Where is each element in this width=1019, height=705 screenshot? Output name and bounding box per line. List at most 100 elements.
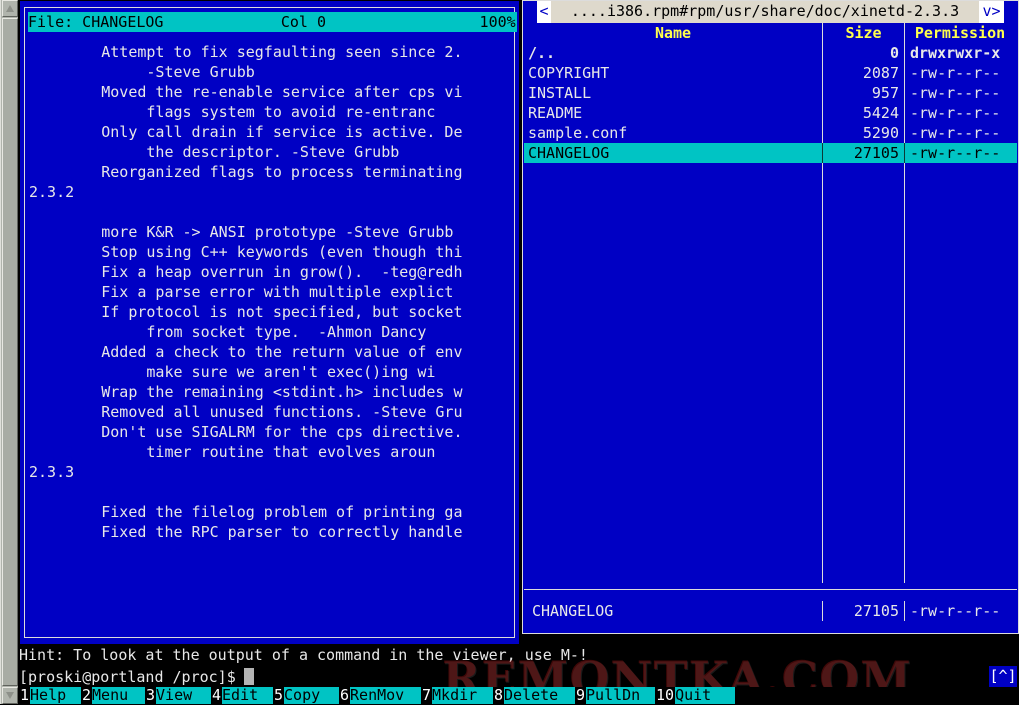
empty-cell xyxy=(904,363,1015,383)
file-permission: drwxrwxr-x xyxy=(904,43,1015,63)
viewer-line: Fixed the filelog problem of printing ga xyxy=(29,503,463,521)
empty-cell xyxy=(904,183,1015,203)
shell-prompt-line[interactable]: [proski@portland /proc]$ xyxy=(19,666,1019,687)
viewer-line: Attempt to fix segfaulting seen since 2. xyxy=(29,43,463,61)
empty-cell xyxy=(822,283,904,303)
viewer-line: Only call drain if service is active. De xyxy=(29,123,463,141)
column-header-size[interactable]: Size xyxy=(822,23,904,43)
file-row[interactable]: README 5424 -rw-r--r-- xyxy=(524,103,1017,123)
window-scrollbar[interactable] xyxy=(0,0,18,704)
empty-cell xyxy=(822,163,904,183)
file-list-empty-row xyxy=(524,523,1017,543)
file-list-empty-row xyxy=(524,243,1017,263)
empty-cell xyxy=(904,563,1015,583)
fkey-edit[interactable]: 4 Edit xyxy=(211,687,273,704)
empty-cell xyxy=(904,543,1015,563)
empty-cell xyxy=(524,363,822,383)
file-name: CHANGELOG xyxy=(528,144,610,162)
fkey-menu[interactable]: 2 Menu xyxy=(81,687,145,704)
file-list-panel[interactable]: < ....i386.rpm#rpm/usr/share/doc/xinetd-… xyxy=(522,0,1019,634)
column-header-permission[interactable]: Permission xyxy=(904,23,1015,43)
viewer-line: make sure we aren't exec()ing wi xyxy=(29,363,436,381)
path-down-right-arrow-icon[interactable]: v> xyxy=(979,1,1004,23)
file-list-empty-row xyxy=(524,563,1017,583)
file-size: 5424 xyxy=(822,103,904,123)
triangle-down-icon xyxy=(6,692,14,699)
empty-cell xyxy=(822,383,904,403)
viewer-text-body[interactable]: Attempt to fix segfaulting seen since 2.… xyxy=(29,42,521,602)
file-list-header: Name Size Permission xyxy=(524,23,1017,43)
text-cursor xyxy=(243,668,254,685)
fkey-view[interactable]: 3 View xyxy=(145,687,211,704)
file-row[interactable]: /.. 0 drwxrwxr-x xyxy=(524,43,1017,63)
empty-cell xyxy=(822,323,904,343)
fkey-quit[interactable]: 10 Quit xyxy=(655,687,735,704)
empty-cell xyxy=(822,263,904,283)
empty-cell xyxy=(822,403,904,423)
file-row[interactable]: CHANGELOG 27105 -rw-r--r-- xyxy=(524,143,1017,163)
file-list-empty-row xyxy=(524,363,1017,383)
file-name: README xyxy=(528,104,583,122)
file-list-status-bar: CHANGELOG 27105 -rw-r--r-- xyxy=(524,601,1017,621)
empty-cell xyxy=(904,523,1015,543)
scrollbar-thumb[interactable] xyxy=(2,18,18,686)
fkey-number: 1 xyxy=(19,687,31,704)
empty-cell xyxy=(524,463,822,483)
viewer-line xyxy=(29,202,521,222)
file-row[interactable]: COPYRIGHT 2087 -rw-r--r-- xyxy=(524,63,1017,83)
file-list-empty-row xyxy=(524,283,1017,303)
empty-cell xyxy=(524,223,822,243)
path-next-nav[interactable] xyxy=(1004,1,1018,23)
viewer-line: Stop using C++ keywords (even though thi xyxy=(29,243,463,261)
fkey-label: Edit xyxy=(222,687,273,704)
path-text[interactable]: ....i386.rpm#rpm/usr/share/doc/xinetd-2.… xyxy=(551,1,979,23)
fkey-label: Help xyxy=(30,687,81,704)
column-header-name[interactable]: Name xyxy=(524,23,822,43)
fkey-label: View xyxy=(156,687,211,704)
file-row[interactable]: sample.conf 5290 -rw-r--r-- xyxy=(524,123,1017,143)
viewer-line: timer routine that evolves aroun xyxy=(29,443,436,461)
viewer-line: 2.3.2 xyxy=(29,183,75,201)
viewer-title-bar: File: CHANGELOG Col 0 100% xyxy=(28,12,517,32)
file-list-empty-row xyxy=(524,343,1017,363)
file-list-empty-area xyxy=(524,163,1017,587)
path-prev-nav[interactable] xyxy=(523,1,537,23)
fkey-mkdir[interactable]: 7 Mkdir xyxy=(421,687,493,704)
fkey-number: 5 xyxy=(273,687,285,704)
empty-cell xyxy=(524,323,822,343)
fkey-help[interactable]: 1 Help xyxy=(19,687,81,704)
file-list-empty-row xyxy=(524,463,1017,483)
fkey-renmov[interactable]: 6 RenMov xyxy=(339,687,421,704)
fkey-delete[interactable]: 8 Delete xyxy=(493,687,575,704)
viewer-panel[interactable]: File: CHANGELOG Col 0 100% Attempt to fi… xyxy=(19,0,520,645)
function-key-bar: 1 Help 2 Menu 3 View 4 Edit 5 Copy 6 RenMov 7 Mkdir 8 D… xyxy=(19,687,1019,704)
empty-cell xyxy=(822,243,904,263)
file-list-empty-row xyxy=(524,223,1017,243)
file-list-empty-row xyxy=(524,423,1017,443)
empty-cell xyxy=(822,443,904,463)
file-list-empty-row xyxy=(524,443,1017,463)
empty-cell xyxy=(904,383,1015,403)
viewer-line: Added a check to the return value of env xyxy=(29,343,463,361)
empty-cell xyxy=(904,343,1015,363)
empty-cell xyxy=(524,243,822,263)
file-size: 27105 xyxy=(822,143,904,163)
empty-cell xyxy=(822,463,904,483)
scroll-up-arrow-icon[interactable] xyxy=(2,0,18,17)
fkey-pulldn[interactable]: 9 PullDn xyxy=(575,687,655,704)
viewer-line: the descriptor. -Steve Grubb xyxy=(29,143,400,161)
path-bar[interactable]: < ....i386.rpm#rpm/usr/share/doc/xinetd-… xyxy=(523,1,1018,23)
file-size: 957 xyxy=(822,83,904,103)
file-row[interactable]: INSTALL 957 -rw-r--r-- xyxy=(524,83,1017,103)
file-name: INSTALL xyxy=(528,84,592,102)
file-size: 5290 xyxy=(822,123,904,143)
empty-cell xyxy=(904,303,1015,323)
file-list-empty-row xyxy=(524,383,1017,403)
empty-cell xyxy=(904,223,1015,243)
empty-cell xyxy=(904,203,1015,223)
scroll-up-indicator[interactable]: [^] xyxy=(989,666,1017,687)
empty-cell xyxy=(904,483,1015,503)
path-left-arrow-icon[interactable]: < xyxy=(537,1,551,23)
scroll-down-arrow-icon[interactable] xyxy=(2,687,18,704)
fkey-copy[interactable]: 5 Copy xyxy=(273,687,339,704)
